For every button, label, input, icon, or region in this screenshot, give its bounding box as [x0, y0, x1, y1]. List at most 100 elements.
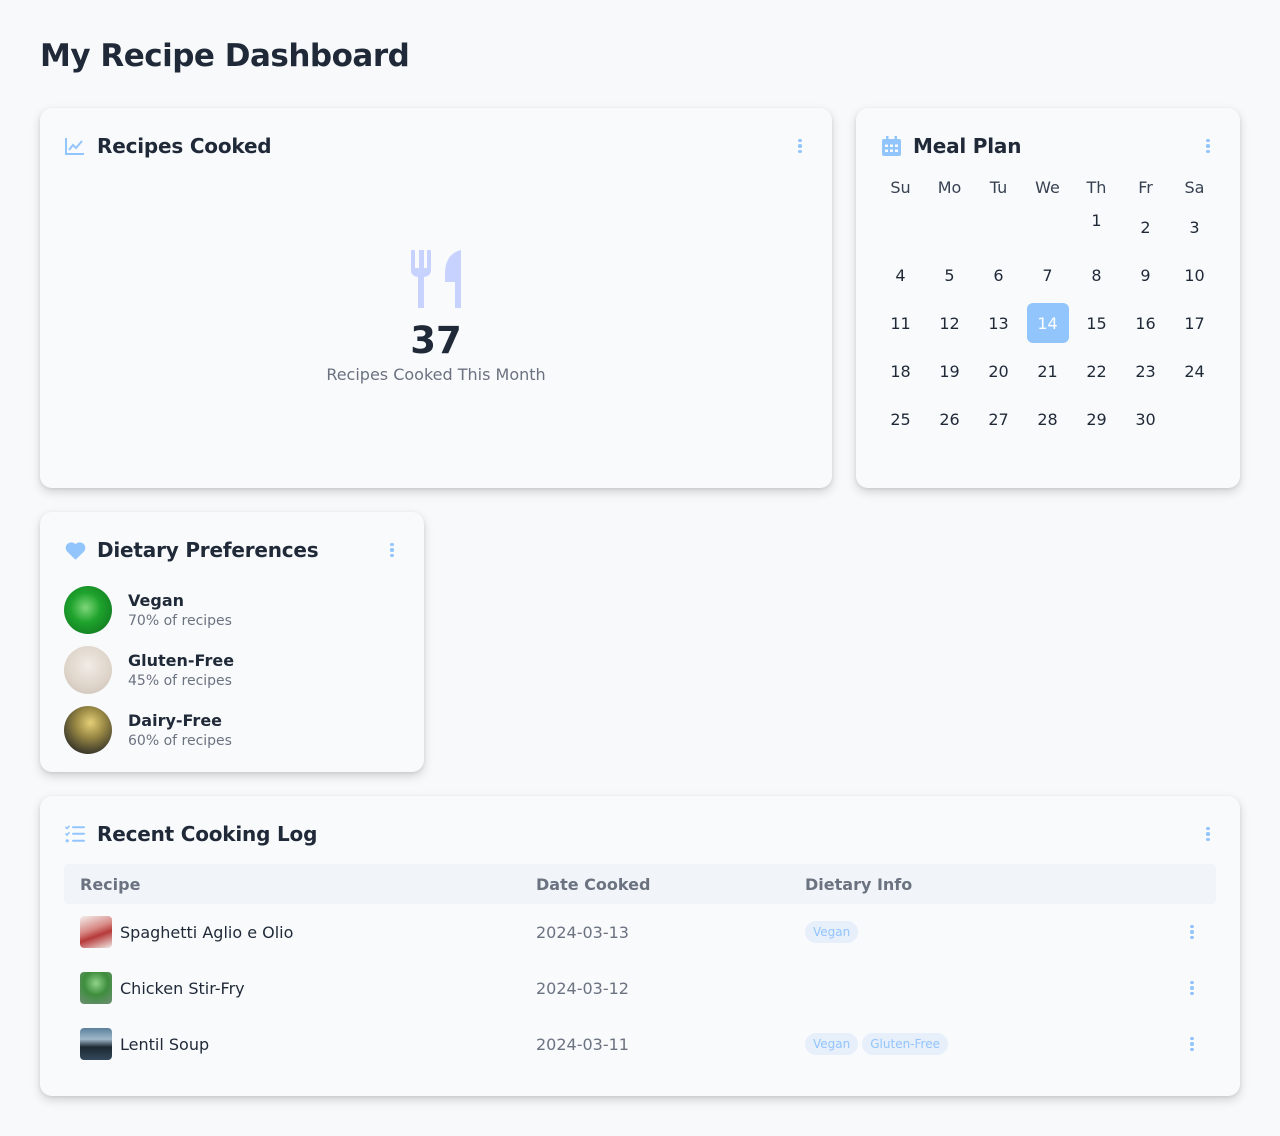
calendar-day[interactable]: 26 [925, 395, 974, 443]
calendar-blank [876, 203, 925, 251]
calendar-blank [925, 203, 974, 251]
calendar-day-number: 26 [939, 409, 960, 429]
card-title: Dietary Preferences [97, 538, 319, 562]
calendar-day-number: 9 [1140, 265, 1151, 285]
calendar-day[interactable]: 23 [1121, 347, 1170, 395]
avatar [64, 646, 112, 694]
calendar-day-number: 7 [1042, 265, 1053, 285]
calendar-day[interactable]: 9 [1121, 251, 1170, 299]
avatar [64, 706, 112, 754]
avatar [64, 586, 112, 634]
card-header: Dietary Preferences [64, 536, 400, 564]
calendar-day[interactable]: 28 [1023, 395, 1072, 443]
recipes-cooked-card: Recipes Cooked 37 Recipes Cooked This Mo… [40, 108, 832, 488]
card-title: Meal Plan [913, 134, 1022, 158]
more-options-icon[interactable] [1184, 922, 1200, 942]
heart-icon [64, 539, 86, 561]
calendar-day-number: 19 [939, 361, 960, 381]
calendar-day[interactable]: 18 [876, 347, 925, 395]
calendar-day-number: 6 [993, 265, 1004, 285]
calendar-day[interactable]: 17 [1170, 299, 1219, 347]
column-header-date: Date Cooked [536, 874, 651, 894]
calendar-day-number: 17 [1184, 313, 1205, 333]
calendar-day[interactable]: 15 [1072, 299, 1121, 347]
calendar-day-number: 1 [1091, 210, 1102, 230]
dietary-tags: Vegan [805, 921, 1168, 943]
calendar-day-number: 5 [944, 265, 955, 285]
calendar-day[interactable]: 7 [1023, 251, 1072, 299]
dietary-tag: Vegan [805, 1033, 859, 1055]
calendar-day[interactable]: 19 [925, 347, 974, 395]
chart-line-icon [64, 135, 86, 157]
calendar-day-number: 30 [1135, 409, 1156, 429]
calendar-day-number: 23 [1135, 361, 1156, 381]
calendar-day[interactable]: 1 [1072, 203, 1121, 251]
diet-percentage: 70% of recipes [128, 613, 232, 629]
calendar-day[interactable]: 22 [1072, 347, 1121, 395]
calendar-day[interactable]: 29 [1072, 395, 1121, 443]
dietary-preferences-card: Dietary Preferences Vegan 70% of recipes… [40, 512, 424, 772]
list-item[interactable]: Vegan 70% of recipes [64, 580, 400, 640]
table-row[interactable]: Spaghetti Aglio e Olio 2024-03-13 Vegan [64, 904, 1216, 960]
more-options-icon[interactable] [1200, 136, 1216, 156]
diet-name: Dairy-Free [128, 711, 223, 730]
calendar-day[interactable]: 14 [1023, 299, 1072, 347]
diet-name: Vegan [128, 591, 184, 610]
recipe-thumbnail [80, 972, 112, 1004]
calendar-day[interactable]: 4 [876, 251, 925, 299]
more-options-icon[interactable] [1184, 978, 1200, 998]
more-options-icon[interactable] [792, 136, 808, 156]
recipe-cell: Chicken Stir-Fry [64, 972, 536, 1004]
table-row[interactable]: Lentil Soup 2024-03-11 Vegan Gluten-Free [64, 1016, 1216, 1072]
date-cooked: 2024-03-11 [536, 1034, 629, 1054]
calendar-day[interactable]: 10 [1170, 251, 1219, 299]
meal-plan-card: Meal Plan Su Mo Tu We Th Fr Sa 1 2 3 4 5 6 7 8 9 10 11 12… [856, 108, 1240, 488]
calendar-day[interactable]: 5 [925, 251, 974, 299]
calendar-day-number: 10 [1184, 265, 1205, 285]
calendar-day[interactable]: 6 [974, 251, 1023, 299]
calendar-day[interactable]: 20 [974, 347, 1023, 395]
calendar-day[interactable]: 2 [1121, 203, 1170, 251]
diet-name: Gluten-Free [128, 651, 235, 670]
calendar-day-number: 22 [1086, 361, 1107, 381]
calendar-day[interactable]: 21 [1023, 347, 1072, 395]
calendar-day-number: 12 [939, 313, 960, 333]
more-options-icon[interactable] [1184, 1034, 1200, 1054]
calendar-day[interactable]: 13 [974, 299, 1023, 347]
list-item[interactable]: Dairy-Free 60% of recipes [64, 700, 400, 760]
dietary-tag: Gluten-Free [862, 1033, 948, 1055]
calendar-day[interactable]: 24 [1170, 347, 1219, 395]
calendar-blank [1023, 203, 1072, 251]
calendar-day[interactable]: 25 [876, 395, 925, 443]
calendar-day[interactable]: 3 [1170, 203, 1219, 251]
more-options-icon[interactable] [384, 540, 400, 560]
card-title: Recent Cooking Log [97, 822, 318, 846]
weekday-label: Su [890, 178, 911, 197]
recipe-name: Chicken Stir-Fry [120, 978, 245, 998]
calendar-day[interactable]: 16 [1121, 299, 1170, 347]
row-actions [1168, 978, 1216, 998]
row-actions [1168, 922, 1216, 942]
recipe-name: Spaghetti Aglio e Olio [120, 922, 294, 942]
column-header-recipe: Recipe [80, 874, 141, 894]
calendar-day[interactable]: 8 [1072, 251, 1121, 299]
calendar-day-number: 3 [1189, 217, 1200, 237]
weekday-label: Th [1086, 178, 1107, 197]
card-header: Recipes Cooked [64, 132, 808, 160]
calendar-day[interactable]: 12 [925, 299, 974, 347]
calendar-day-number: 11 [890, 313, 911, 333]
page-title: My Recipe Dashboard [40, 38, 410, 74]
list-item[interactable]: Gluten-Free 45% of recipes [64, 640, 400, 700]
dietary-tags: Vegan Gluten-Free [805, 1033, 1168, 1055]
calendar-day-number: 2 [1140, 217, 1151, 237]
calendar-day[interactable]: 30 [1121, 395, 1170, 443]
date-cooked: 2024-03-13 [536, 922, 629, 942]
cooking-log-table: Recipe Date Cooked Dietary Info Spaghett… [64, 864, 1216, 1072]
table-row[interactable]: Chicken Stir-Fry 2024-03-12 [64, 960, 1216, 1016]
calendar-weekdays: Su Mo Tu We Th Fr Sa [876, 178, 1220, 197]
calendar-day[interactable]: 27 [974, 395, 1023, 443]
calendar-day-number: 14 [1026, 303, 1069, 343]
calendar-day-number: 24 [1184, 361, 1205, 381]
more-options-icon[interactable] [1200, 824, 1216, 844]
calendar-day[interactable]: 11 [876, 299, 925, 347]
